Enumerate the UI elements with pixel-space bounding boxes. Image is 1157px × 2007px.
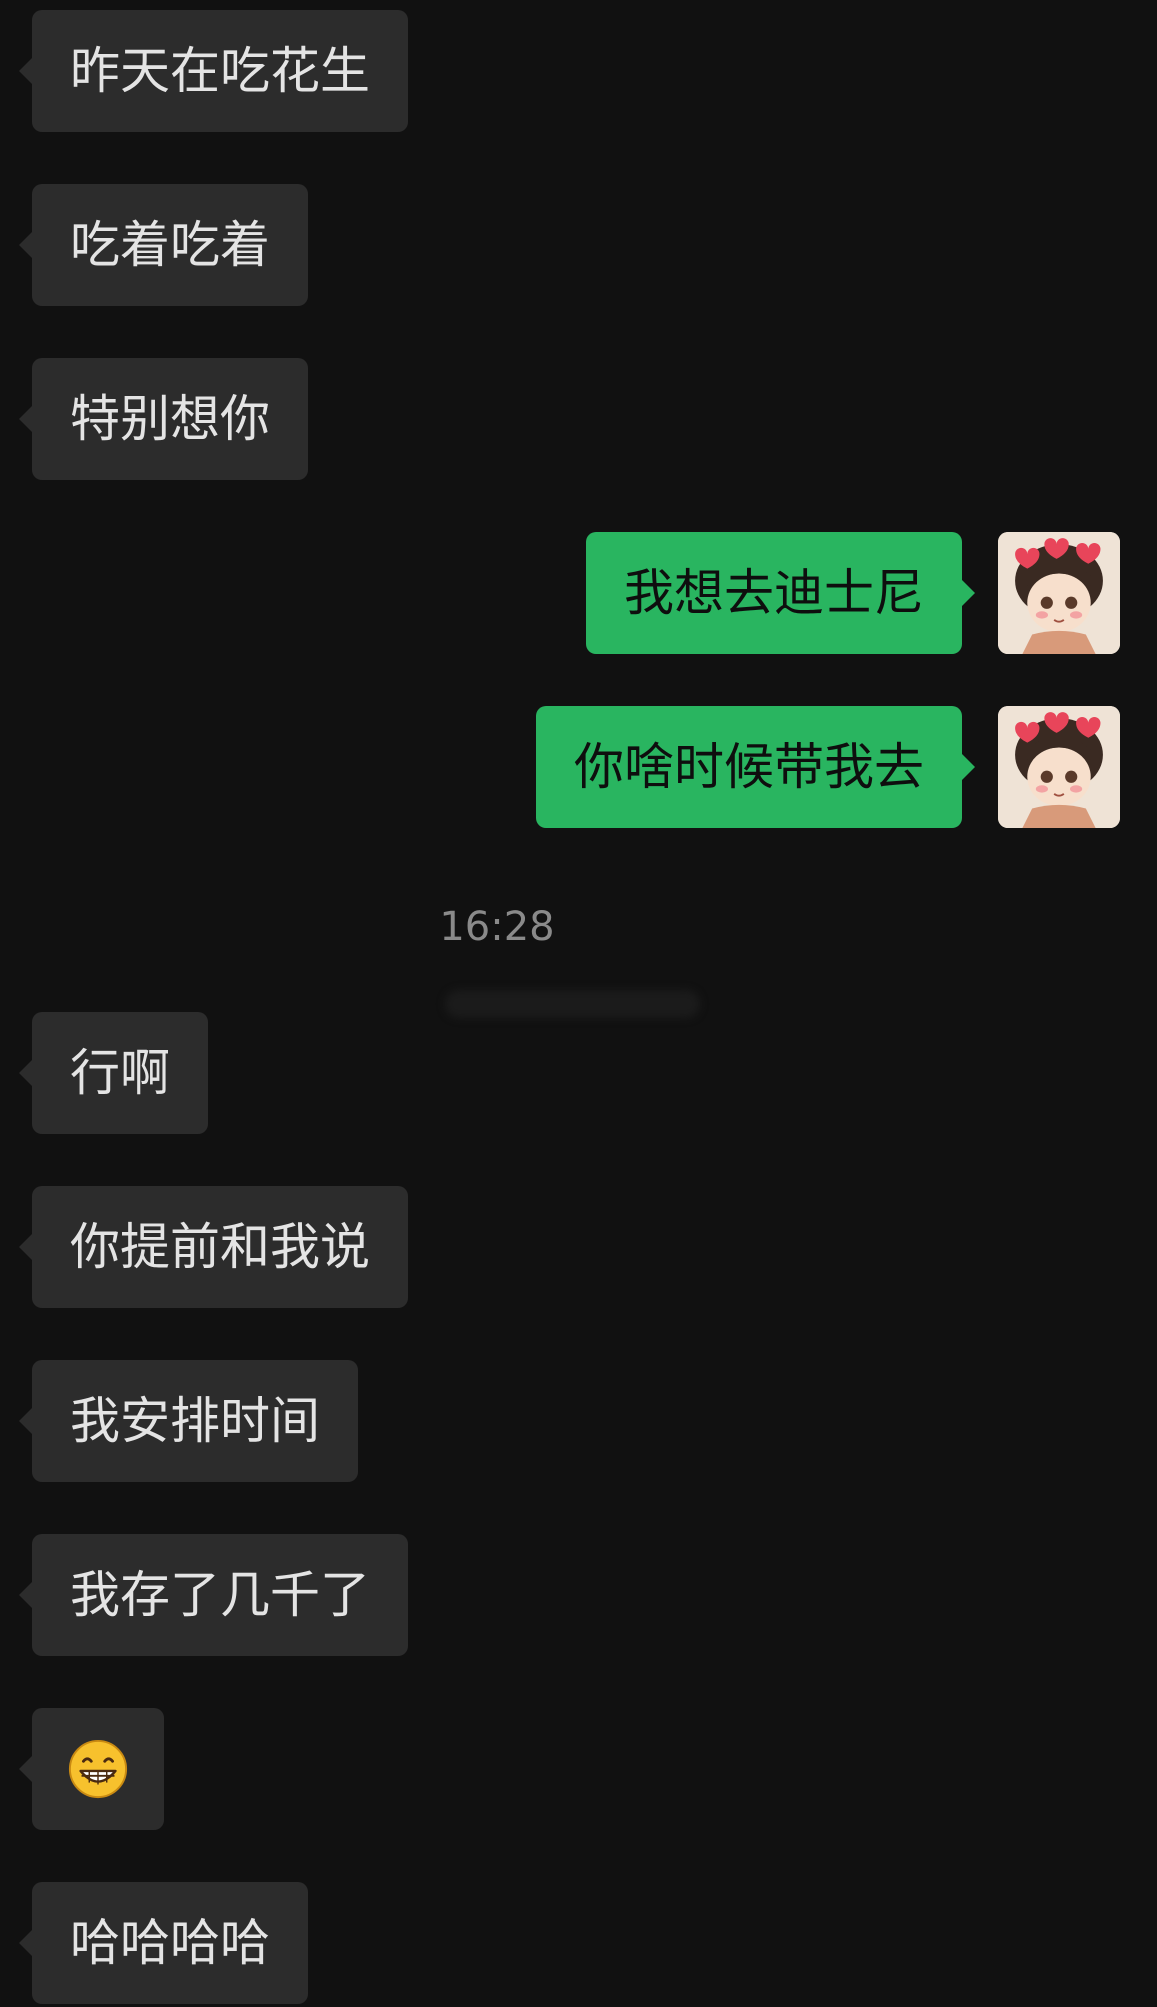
grinning-face-emoji-icon <box>68 1739 128 1799</box>
message-text: 特别想你 <box>70 390 270 448</box>
message-text: 我安排时间 <box>70 1392 320 1450</box>
message-text: 你啥时候带我去 <box>574 738 924 796</box>
anime-girl-avatar-icon[interactable] <box>998 706 1120 828</box>
incoming-message[interactable]: 行啊 <box>19 1012 208 1134</box>
message-text: 你提前和我说 <box>70 1218 370 1276</box>
avatar-art <box>998 706 1120 828</box>
incoming-message[interactable]: 你提前和我说 <box>19 1186 408 1308</box>
message-timestamp: 16:28 <box>439 904 555 950</box>
incoming-message[interactable]: 特别想你 <box>19 358 308 480</box>
outgoing-message[interactable]: 你啥时候带我去 <box>536 706 975 828</box>
avatar-art <box>998 532 1120 654</box>
message-text: 哈哈哈哈 <box>70 1914 270 1972</box>
message-text: 我想去迪士尼 <box>624 564 924 622</box>
incoming-message[interactable]: 我存了几千了 <box>19 1534 408 1656</box>
incoming-message[interactable]: 吃着吃着 <box>19 184 308 306</box>
blurred-text <box>445 990 700 1018</box>
incoming-message[interactable]: 哈哈哈哈 <box>19 1882 308 2004</box>
message-text: 昨天在吃花生 <box>70 42 370 100</box>
message-text: 行啊 <box>70 1044 170 1102</box>
anime-girl-avatar-icon[interactable] <box>998 532 1120 654</box>
incoming-message[interactable] <box>19 1708 164 1830</box>
incoming-message[interactable]: 我安排时间 <box>19 1360 358 1482</box>
message-text: 吃着吃着 <box>70 216 270 274</box>
outgoing-message[interactable]: 我想去迪士尼 <box>586 532 975 654</box>
incoming-message[interactable]: 昨天在吃花生 <box>19 10 408 132</box>
message-text: 我存了几千了 <box>70 1566 370 1624</box>
